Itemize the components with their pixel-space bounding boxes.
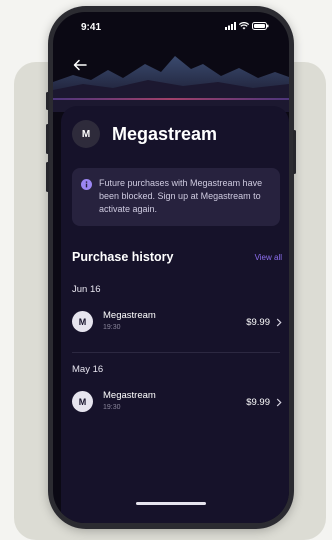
home-indicator[interactable] xyxy=(136,502,206,505)
blocked-notice: Future purchases with Megastream have be… xyxy=(72,168,280,226)
status-time: 9:41 xyxy=(81,22,102,33)
content-panel: M Megastream Future purchases with Megas… xyxy=(61,106,289,523)
mountain-banner xyxy=(53,56,289,112)
purchase-merchant-name: Megastream xyxy=(103,310,156,321)
purchase-row[interactable]: M Megastream 19:30 $9.99 xyxy=(72,309,284,337)
date-label: Jun 16 xyxy=(72,284,101,295)
purchase-time: 19:30 xyxy=(103,324,121,331)
date-label: May 16 xyxy=(72,364,104,375)
phone-side-button xyxy=(46,92,49,110)
chevron-right-icon xyxy=(276,318,282,327)
merchant-avatar-small: M xyxy=(72,391,93,412)
purchase-row[interactable]: M Megastream 19:30 $9.99 xyxy=(72,389,284,417)
phone-volume-down xyxy=(46,162,49,192)
phone-volume-up xyxy=(46,124,49,154)
purchase-history-title: Purchase history xyxy=(72,250,174,264)
merchant-avatar: M xyxy=(72,120,100,148)
wifi-icon xyxy=(239,22,249,30)
view-all-link[interactable]: View all xyxy=(255,253,282,262)
purchase-price: $9.99 xyxy=(246,397,270,408)
page-title: Megastream xyxy=(112,123,218,144)
signal-icon xyxy=(225,22,236,30)
purchase-time: 19:30 xyxy=(103,404,121,411)
divider xyxy=(72,352,280,353)
chevron-right-icon xyxy=(276,398,282,407)
notice-text: Future purchases with Megastream have be… xyxy=(99,178,263,214)
status-bar: 9:41 xyxy=(53,12,289,42)
status-icons xyxy=(225,22,269,30)
phone-screen: 9:41 M Megastream Future purchases with … xyxy=(53,12,289,523)
purchase-price: $9.99 xyxy=(246,317,270,328)
battery-icon xyxy=(252,22,269,30)
info-icon xyxy=(81,179,92,190)
merchant-avatar-small: M xyxy=(72,311,93,332)
purchase-merchant-name: Megastream xyxy=(103,390,156,401)
back-arrow-icon[interactable] xyxy=(71,56,89,74)
merchant-header: M Megastream xyxy=(72,120,217,148)
phone-power-button xyxy=(293,130,296,174)
